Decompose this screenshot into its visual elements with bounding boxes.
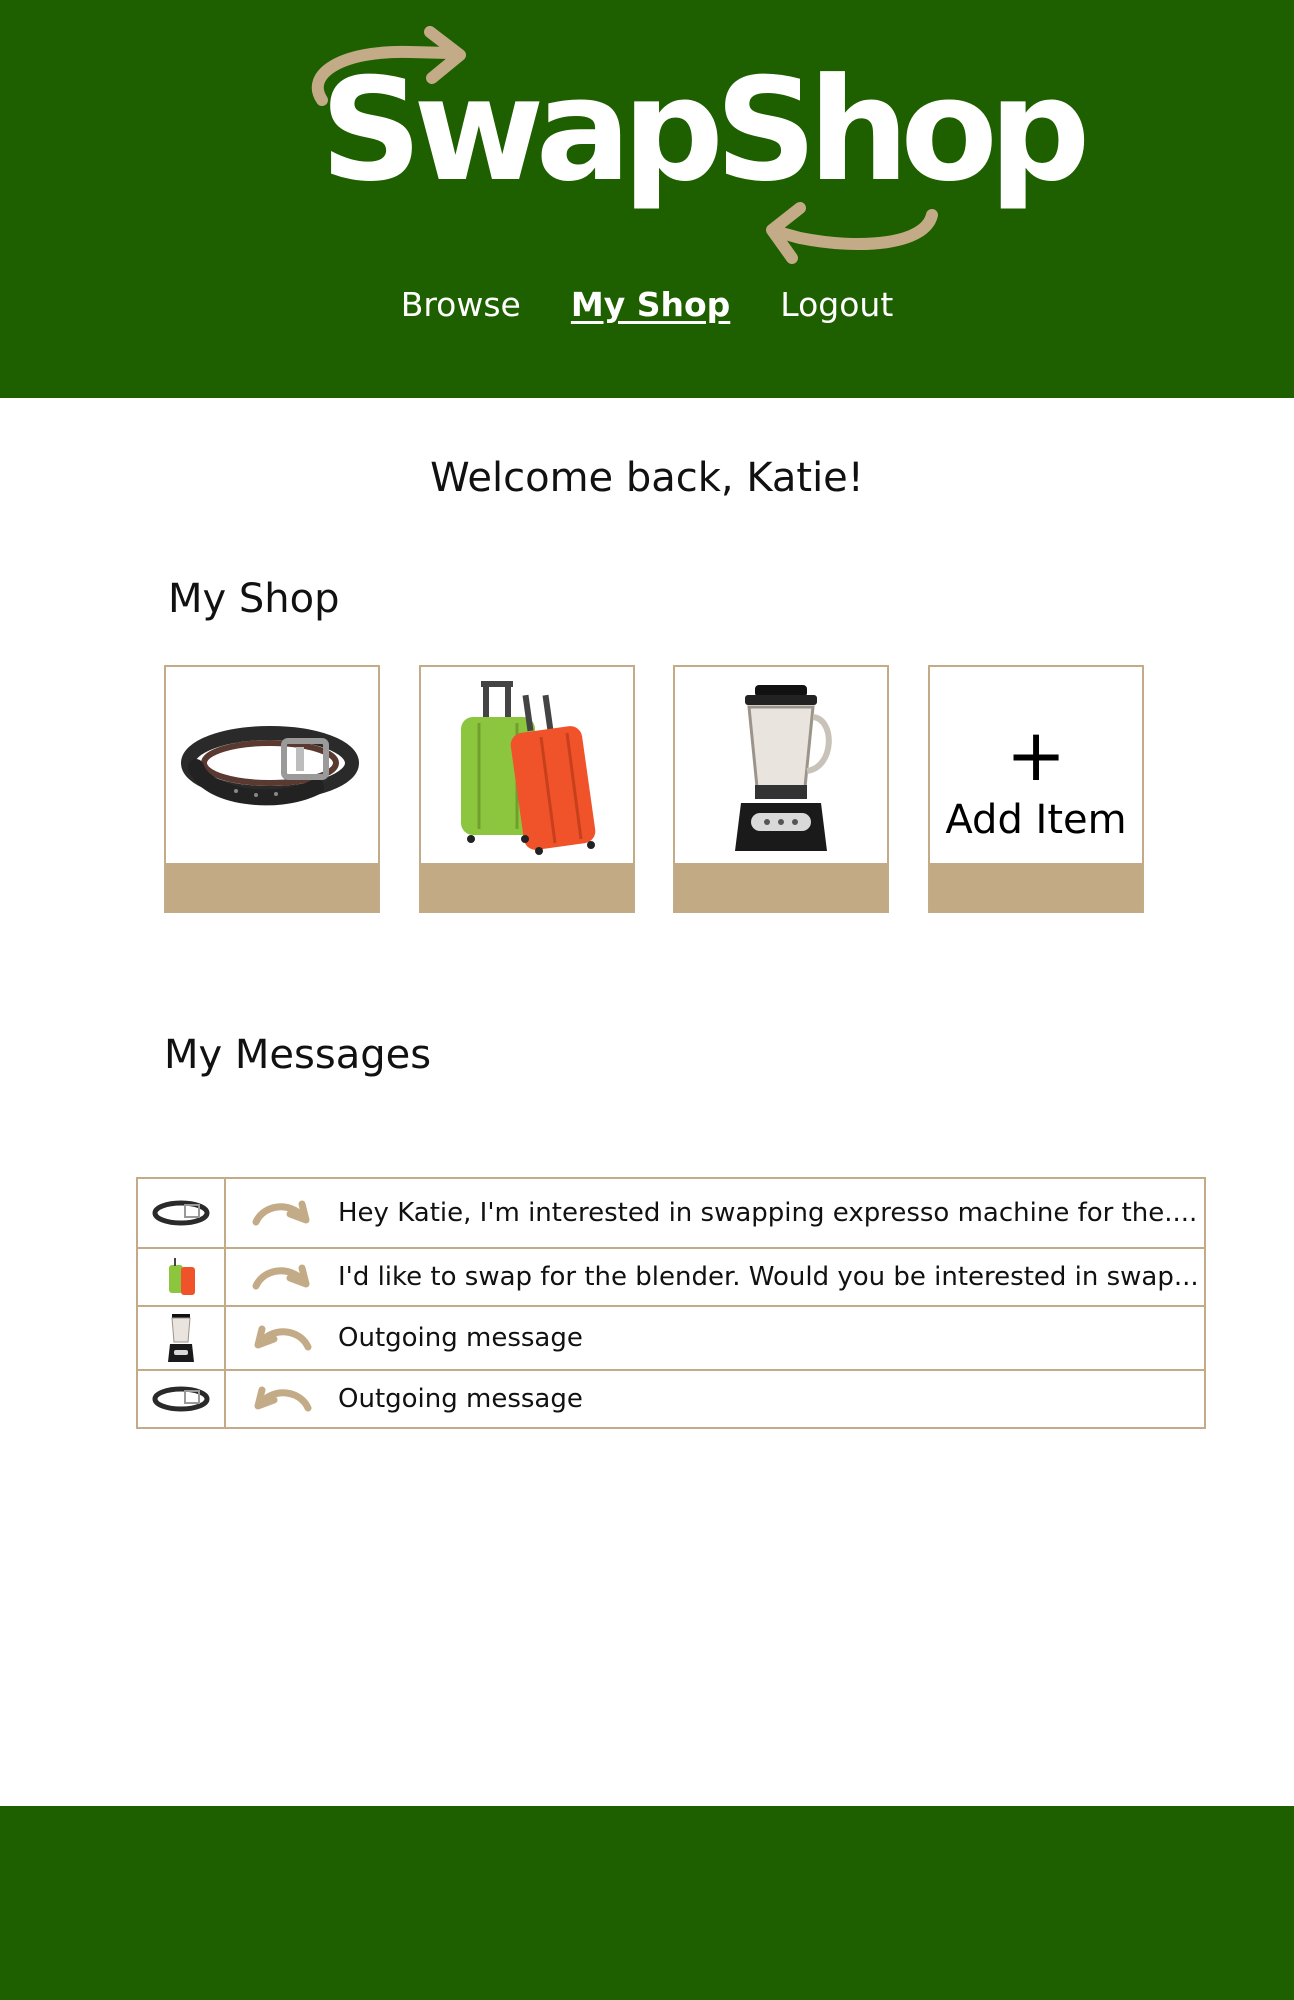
belt-image (181, 726, 359, 806)
message-preview: Outgoing message (338, 1384, 583, 1414)
shop-item-luggage[interactable] (419, 665, 635, 913)
welcome-message: Welcome back, Katie! (430, 455, 864, 501)
messages-table: Hey Katie, I'm interested in swapping ex… (136, 1177, 1206, 1429)
add-item-label: Add Item (945, 797, 1127, 843)
main-nav: Browse My Shop Logout (0, 285, 1294, 324)
plus-icon: + (1005, 713, 1067, 797)
outgoing-arrow-icon (226, 1321, 338, 1355)
nav-logout[interactable]: Logout (780, 285, 893, 324)
header: SwapShop Browse My Shop Logout (0, 0, 1294, 398)
message-row[interactable]: Hey Katie, I'm interested in swapping ex… (138, 1179, 1204, 1247)
message-row[interactable]: Outgoing message (138, 1369, 1204, 1427)
message-row[interactable]: I'd like to swap for the blender. Would … (138, 1247, 1204, 1305)
incoming-arrow-icon (226, 1260, 338, 1294)
message-item-thumbnail (138, 1179, 226, 1247)
card-footer-bar (166, 863, 378, 911)
footer (0, 1806, 1294, 2000)
luggage-image (461, 681, 596, 855)
my-shop-title: My Shop (168, 576, 340, 622)
shop-item-blender[interactable] (673, 665, 889, 913)
nav-my-shop[interactable]: My Shop (571, 285, 730, 324)
logo-text: SwapShop (320, 48, 1090, 213)
message-preview: I'd like to swap for the blender. Would … (338, 1262, 1199, 1292)
swapshop-logo[interactable]: SwapShop (300, 20, 1090, 270)
nav-browse[interactable]: Browse (401, 285, 521, 324)
card-footer-bar (675, 863, 887, 911)
shop-item-belt[interactable] (164, 665, 380, 913)
card-footer-bar (930, 863, 1142, 911)
message-item-thumbnail (138, 1307, 226, 1369)
belt-image (152, 1386, 210, 1412)
message-item-thumbnail (138, 1249, 226, 1305)
luggage-image (169, 1258, 195, 1295)
incoming-arrow-icon (226, 1196, 338, 1230)
blender-image (735, 685, 832, 851)
outgoing-arrow-icon (226, 1382, 338, 1416)
my-messages-title: My Messages (164, 1032, 432, 1078)
add-item-button[interactable]: + Add Item (928, 665, 1144, 913)
card-footer-bar (421, 863, 633, 911)
blender-image (168, 1314, 194, 1362)
message-preview: Hey Katie, I'm interested in swapping ex… (338, 1198, 1198, 1228)
message-item-thumbnail (138, 1371, 226, 1427)
message-row[interactable]: Outgoing message (138, 1305, 1204, 1369)
message-preview: Outgoing message (338, 1323, 583, 1353)
belt-image (152, 1200, 210, 1226)
